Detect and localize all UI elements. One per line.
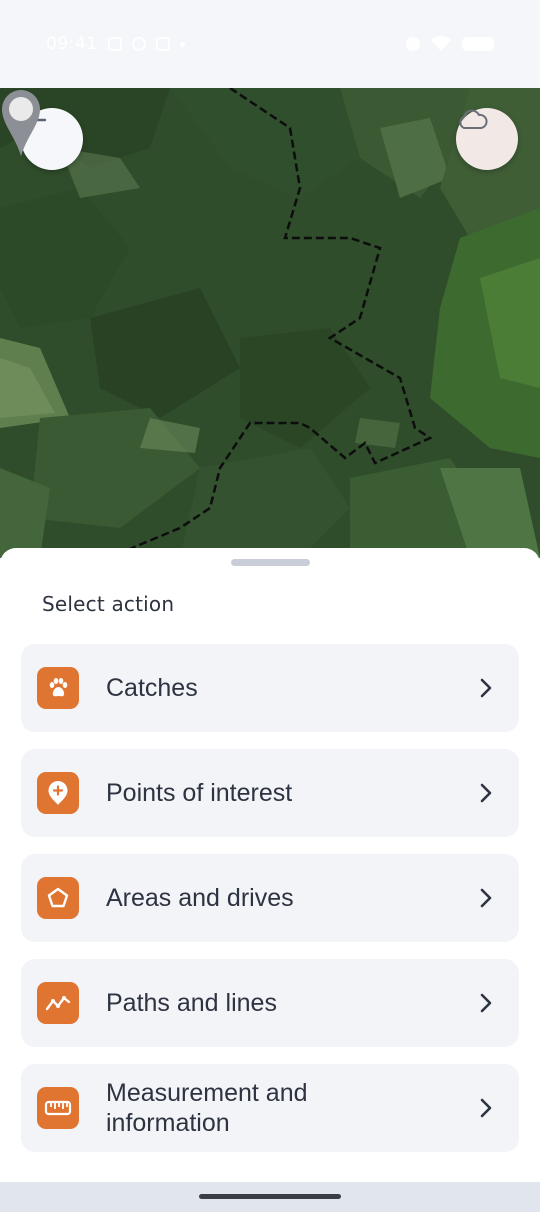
action-label: Paths and lines bbox=[106, 989, 277, 1017]
action-label: Catches bbox=[106, 674, 198, 702]
system-navigation-bar bbox=[0, 1182, 540, 1212]
satellite-map[interactable] bbox=[0, 88, 540, 558]
action-label: Measurement and information bbox=[106, 1079, 308, 1137]
chevron-right-icon bbox=[480, 888, 492, 908]
alarm-icon bbox=[406, 37, 420, 51]
action-paths-and-lines[interactable]: Paths and lines bbox=[21, 959, 519, 1047]
wifi-icon bbox=[431, 36, 451, 51]
action-areas-and-drives[interactable]: Areas and drives bbox=[21, 854, 519, 942]
status-bar: 09:41 bbox=[0, 0, 540, 88]
cloud-icon bbox=[459, 109, 488, 129]
map-pin-icon[interactable] bbox=[0, 88, 42, 158]
polyline-icon bbox=[37, 982, 79, 1024]
status-notification-icons bbox=[107, 37, 185, 51]
action-label: Points of interest bbox=[106, 779, 293, 807]
chevron-right-icon bbox=[480, 993, 492, 1013]
location-plus-icon bbox=[37, 772, 79, 814]
chevron-right-icon bbox=[480, 1098, 492, 1118]
action-measurement-and-information[interactable]: Measurement and information bbox=[21, 1064, 519, 1152]
action-label: Areas and drives bbox=[106, 884, 294, 912]
map-imagery bbox=[0, 88, 540, 558]
ruler-icon bbox=[37, 1087, 79, 1129]
status-time: 09:41 bbox=[46, 34, 98, 54]
chevron-right-icon bbox=[480, 678, 492, 698]
battery-icon bbox=[462, 37, 494, 51]
home-indicator[interactable] bbox=[199, 1194, 341, 1199]
mail-icon bbox=[107, 37, 122, 51]
action-catches[interactable]: Catches bbox=[21, 644, 519, 732]
action-points-of-interest[interactable]: Points of interest bbox=[21, 749, 519, 837]
cloud-sync-button[interactable] bbox=[456, 108, 518, 170]
status-system-icons bbox=[406, 36, 494, 52]
gallery-icon bbox=[155, 37, 170, 51]
action-sheet: Select action Catches Points of interest bbox=[0, 548, 540, 1182]
notification-dot-icon bbox=[179, 41, 185, 47]
camera-icon bbox=[131, 37, 146, 51]
pentagon-icon bbox=[37, 877, 79, 919]
sheet-title: Select action bbox=[42, 592, 175, 616]
paw-icon bbox=[37, 667, 79, 709]
drag-handle[interactable] bbox=[231, 559, 310, 566]
chevron-right-icon bbox=[480, 783, 492, 803]
